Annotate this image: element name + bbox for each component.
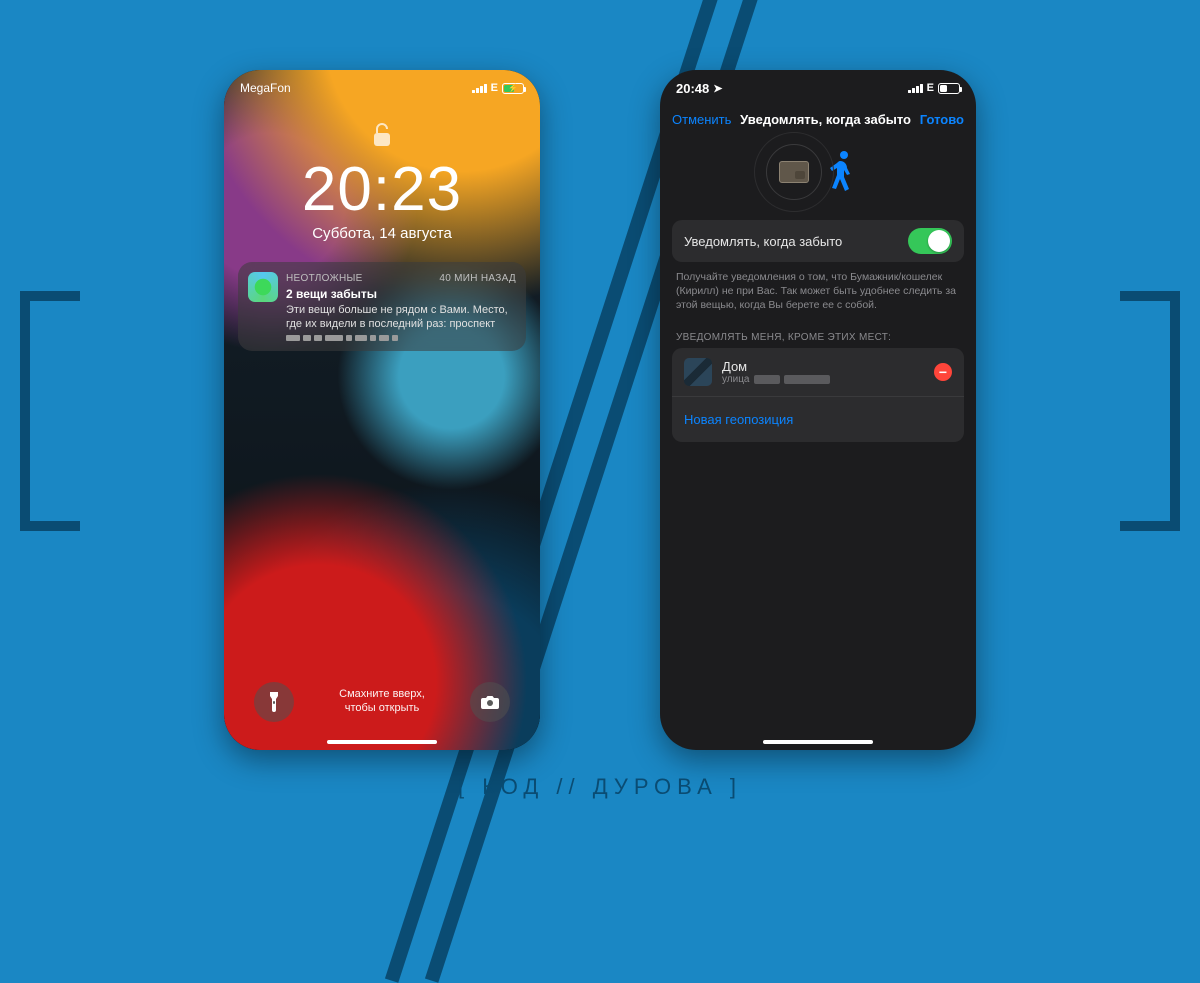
exceptions-list: Дом улица − Новая геопозиция: [672, 348, 964, 442]
brand-watermark: [ КОД // ДУРОВА ]: [458, 774, 742, 800]
swipe-hint-line2: чтобы открыть: [339, 702, 425, 716]
battery-icon: [938, 83, 960, 94]
home-indicator[interactable]: [763, 740, 873, 744]
notification-category: НЕОТЛОЖНЫЕ: [286, 272, 363, 285]
phone-lockscreen: MegaFon E ⚡ 20:23 Суббота, 14 августа НЕ…: [224, 70, 540, 750]
brand-bracket-left: [20, 291, 80, 531]
done-button[interactable]: Готово: [920, 112, 964, 127]
redacted-text: [286, 335, 516, 341]
status-bar: 20:48 ➤ E: [660, 78, 976, 98]
signal-icon: [908, 83, 923, 93]
map-thumbnail-icon: [684, 358, 712, 386]
nav-title: Уведомлять, когда забыто: [731, 112, 919, 127]
add-location-row[interactable]: Новая геопозиция: [672, 396, 964, 442]
status-bar: MegaFon E ⚡: [224, 78, 540, 98]
notify-toggle-row[interactable]: Уведомлять, когда забыто: [672, 220, 964, 262]
home-indicator[interactable]: [327, 740, 437, 744]
cancel-button[interactable]: Отменить: [672, 112, 731, 127]
toggle-label: Уведомлять, когда забыто: [684, 234, 842, 249]
unlock-icon: [372, 122, 392, 148]
findmy-app-icon: [248, 272, 278, 302]
network-type: E: [491, 82, 498, 94]
network-type: E: [927, 82, 934, 94]
nav-bar: Отменить Уведомлять, когда забыто Готово: [660, 106, 976, 133]
swipe-hint: Смахните вверх, чтобы открыть: [339, 688, 425, 716]
battery-icon: ⚡: [502, 83, 524, 94]
redacted-text: [784, 375, 830, 384]
location-icon: ➤: [713, 82, 722, 95]
remove-location-button[interactable]: −: [934, 363, 952, 381]
flashlight-button[interactable]: [254, 682, 294, 722]
clock-time: 20:23: [224, 159, 540, 221]
exceptions-header: УВЕДОМЛЯТЬ МЕНЯ, КРОМЕ ЭТИХ МЕСТ:: [672, 332, 964, 343]
swipe-hint-line1: Смахните вверх,: [339, 688, 425, 702]
signal-icon: [472, 83, 487, 93]
notification-body: Эти вещи больше не рядом с Вами. Место, …: [286, 303, 516, 332]
notification-card[interactable]: НЕОТЛОЖНЫЕ 40 мин назад 2 вещи забыты Эт…: [238, 262, 526, 351]
notification-time: 40 мин назад: [439, 272, 516, 285]
location-title: Дом: [722, 359, 924, 374]
clock-date: Суббота, 14 августа: [224, 225, 540, 242]
phone-settings: 20:48 ➤ E Отменить Уведомлять, когда заб…: [660, 70, 976, 750]
toggle-switch[interactable]: [908, 228, 952, 254]
camera-icon: [481, 695, 499, 709]
notification-title: 2 вещи забыты: [286, 287, 516, 303]
redacted-text: [754, 375, 780, 384]
status-time: 20:48: [676, 81, 709, 96]
add-location-label: Новая геопозиция: [684, 412, 793, 427]
location-sub-prefix: улица: [722, 374, 750, 385]
header-illustration: [660, 142, 976, 202]
flashlight-icon: [267, 692, 281, 712]
lockscreen-content: 20:23 Суббота, 14 августа НЕОТЛОЖНЫЕ 40 …: [224, 114, 540, 351]
carrier-label: MegaFon: [240, 81, 291, 95]
wallet-icon: [779, 161, 809, 183]
camera-button[interactable]: [470, 682, 510, 722]
explanation-text: Получайте уведомления о том, что Бумажни…: [672, 270, 964, 313]
location-row-home[interactable]: Дом улица −: [672, 348, 964, 396]
brand-bracket-right: [1120, 291, 1180, 531]
